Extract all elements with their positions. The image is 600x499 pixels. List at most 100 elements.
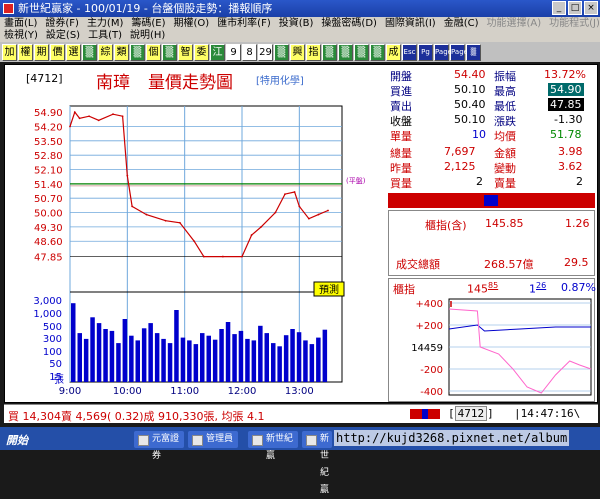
taskbar-item-2[interactable]: 管理員 — [188, 431, 238, 448]
price-point-19 — [284, 193, 286, 195]
mini-index-chart: +400 +200 14459 -200 -400 — [411, 298, 592, 398]
mini-ytick-0: +400 — [416, 299, 443, 310]
toolbar-button-23[interactable]: ▒ — [370, 43, 385, 61]
toolbar-button-24[interactable]: 成 — [386, 43, 401, 61]
toolbar-button-29[interactable]: ▒ — [466, 43, 481, 61]
price-point-7 — [126, 174, 129, 177]
toolbar-button-12[interactable]: 委 — [194, 43, 209, 61]
ytick-label-7: 50.00 — [34, 209, 63, 220]
change-value: -1.30 — [554, 113, 583, 126]
taskbar-item-1[interactable]: 元富證券 — [134, 431, 184, 461]
toolbar-button-3[interactable]: 價 — [50, 43, 65, 61]
toolbar-button-25[interactable]: Esc — [402, 43, 417, 61]
turnover-value: 268.57億 — [484, 258, 534, 271]
vol-bar-24 — [225, 322, 231, 382]
toolbar-button-2[interactable]: 期 — [34, 43, 49, 61]
start-button[interactable]: 開始 — [6, 432, 28, 448]
minimize-button[interactable]: _ — [552, 1, 566, 15]
price-point-8 — [131, 205, 134, 208]
vol-bar-8 — [122, 319, 128, 382]
vol-bar-37 — [309, 344, 315, 382]
vol-bar-25 — [232, 334, 237, 382]
price-point-2 — [78, 117, 81, 120]
menu-item-6[interactable]: 投資(B) — [275, 17, 318, 30]
vol-bar-31 — [271, 343, 276, 382]
toolbar-button-14[interactable]: 9 — [226, 43, 241, 61]
menu2-item-2[interactable]: 工具(T) — [84, 30, 126, 42]
vol-bar-30 — [264, 333, 269, 382]
status-code-box[interactable]: [4712] — [448, 406, 494, 421]
buyvol-value: 2 — [476, 175, 483, 188]
vol-bar-26 — [238, 330, 244, 382]
toolbar-button-10[interactable]: ▒ — [162, 43, 177, 61]
vol-bar-29 — [258, 325, 263, 382]
menu-item-1[interactable]: 證券(F) — [41, 17, 83, 30]
toolbar-button-9[interactable]: 個 — [146, 43, 161, 61]
status-time: |14:47:16\ — [514, 407, 581, 420]
toolbar-button-6[interactable]: 綜 — [98, 43, 113, 61]
menu-item-4[interactable]: 期權(O) — [170, 17, 214, 30]
toolbar-button-4[interactable]: 選 — [66, 43, 81, 61]
toolbar: 加權期價選 ▒ 綜類 ▒ 個 ▒ 智委江 9 8 29 ▒ 興指 ▒ ▒ ▒ ▒ 成 Esc Pg Page Page ▒ — [0, 42, 600, 62]
maximize-button[interactable]: □ — [568, 1, 582, 15]
toolbar-button-11[interactable]: 智 — [178, 43, 193, 61]
menu-item-3[interactable]: 籌碼(E) — [127, 17, 169, 30]
toolbar-button-27[interactable]: Page — [434, 43, 452, 61]
vol-bar-22 — [212, 339, 218, 382]
trade-summary: 買 14,304賣 4,569( 0.32)成 910,330張, 均張 4.1 — [8, 410, 265, 423]
vol-bar-20 — [200, 333, 205, 382]
xtick-label-0: 9:00 — [59, 386, 81, 397]
toolbar-button-0[interactable]: 加 — [2, 43, 17, 61]
avg-value: 51.78 — [550, 128, 582, 141]
toolbar-button-7[interactable]: 類 — [114, 43, 129, 61]
toolbar-button-1[interactable]: 權 — [18, 43, 33, 61]
menu-item-5[interactable]: 匯市利率(F) — [213, 17, 275, 30]
price-volume-chart: 9:00 10:00 11:00 12:00 13:00 54.90 54.20 53.50 5… — [33, 105, 366, 397]
menu2-item-0[interactable]: 檢視(Y) — [0, 30, 42, 42]
toolbar-button-15[interactable]: 8 — [242, 43, 257, 61]
price-point-17 — [260, 225, 263, 228]
menu-item-2[interactable]: 主力(M) — [83, 17, 127, 30]
menu-item-8[interactable]: 國際資訊(I) — [381, 17, 440, 30]
price-point-16 — [250, 234, 253, 236]
taskbar-item-3[interactable]: 新世紀贏 — [248, 431, 298, 461]
price-point-3 — [88, 115, 91, 118]
industry-label: [特用化學] — [256, 76, 304, 87]
toolbar-button-5[interactable]: ▒ — [82, 43, 97, 61]
menu-item-9[interactable]: 金融(C) — [440, 17, 483, 30]
taskbar-item-4[interactable]: 新世紀贏 — [302, 431, 332, 495]
toolbar-button-28[interactable]: Page — [450, 43, 468, 61]
toolbar-button-21[interactable]: ▒ — [338, 43, 353, 61]
menu-item-11[interactable]: 功能程式(J) — [545, 17, 600, 30]
toolbar-button-17[interactable]: ▒ — [274, 43, 289, 61]
menu-item-10[interactable]: 功能選擇(A) — [483, 17, 546, 30]
buyvol-label: 買量 — [390, 177, 412, 190]
low-label: 最低 — [494, 100, 516, 113]
menu-item-7[interactable]: 操盤密碼(D) — [317, 17, 381, 30]
vol-bar-32 — [277, 346, 282, 382]
menu-item-0[interactable]: 畫面(L) — [0, 17, 41, 30]
toolbar-button-8[interactable]: ▒ — [130, 43, 145, 61]
quote-panel: 開盤 54.40 振幅 13.72% 買進 50.10 最高 54.90 賣出 … — [386, 66, 597, 402]
toolbar-button-20[interactable]: ▒ — [322, 43, 337, 61]
toolbar-button-19[interactable]: 指 — [306, 43, 321, 61]
change-rate-value: 3.62 — [558, 160, 583, 173]
vol-ytick-1: 1,000 — [33, 309, 62, 320]
toolbar-button-26[interactable]: Pg — [418, 43, 433, 61]
toolbar-button-13[interactable]: 江 — [210, 43, 225, 61]
vol-bar-23 — [219, 329, 224, 382]
vol-bar-13 — [154, 333, 160, 382]
toolbar-button-22[interactable]: ▒ — [354, 43, 369, 61]
ask-label: 賣出 — [390, 100, 412, 113]
close-button[interactable]: × — [584, 1, 598, 15]
vol-bar-5 — [103, 329, 108, 382]
vol-bar-1 — [77, 333, 82, 382]
bid-value: 50.10 — [454, 83, 486, 96]
status-indicator — [410, 409, 440, 419]
toolbar-button-16[interactable]: 29 — [258, 43, 273, 61]
menu2-item-1[interactable]: 設定(S) — [42, 30, 84, 42]
chart-tag-label: 預測 — [319, 283, 339, 296]
toolbar-button-18[interactable]: 興 — [290, 43, 305, 61]
menu2-item-3[interactable]: 說明(H) — [126, 30, 169, 42]
ytick-label-10: 47.85 — [34, 253, 63, 264]
